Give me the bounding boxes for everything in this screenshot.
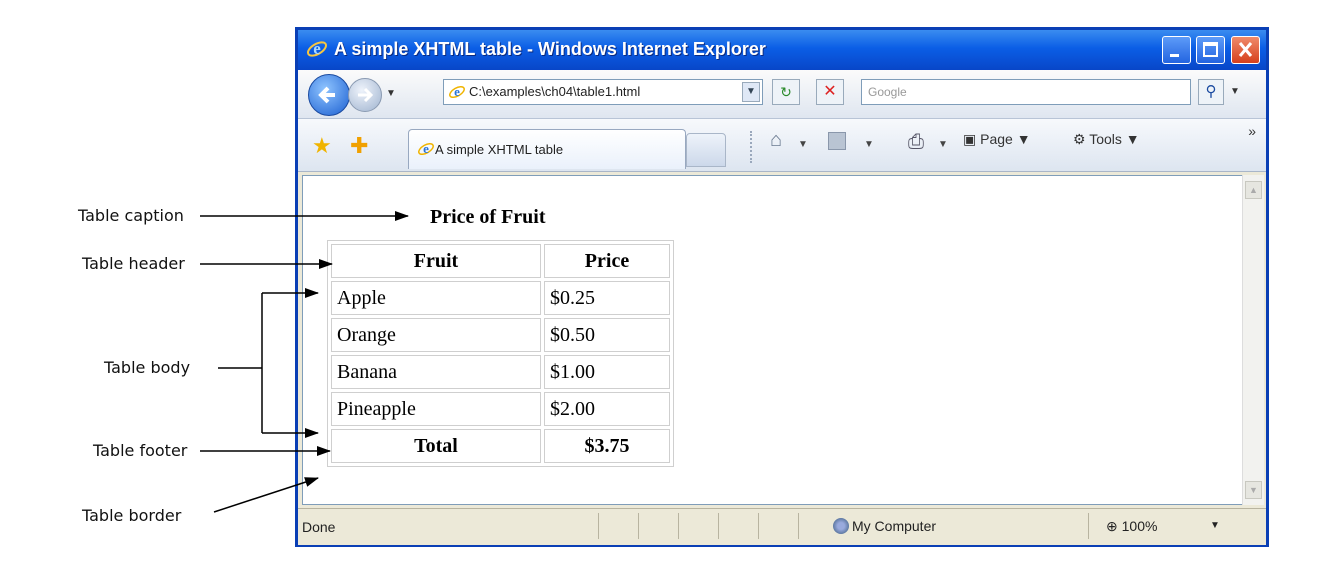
callout-arrows — [200, 211, 409, 513]
callout-bracket-body — [218, 288, 319, 438]
figure-canvas: Table caption Table header Table body Ta… — [0, 0, 1318, 563]
callout-arrow-border — [213, 477, 319, 513]
